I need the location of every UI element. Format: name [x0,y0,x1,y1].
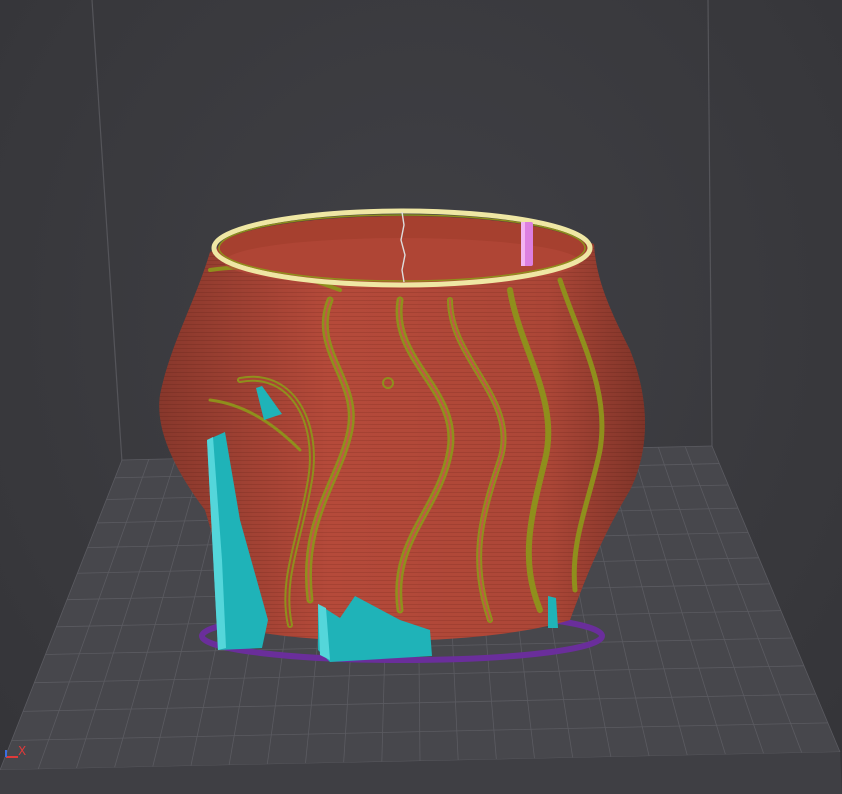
slice-preview-scene[interactable] [0,0,842,794]
axis-x-label: X [18,744,27,758]
3d-viewport[interactable]: X [0,0,842,794]
travel-marker-highlight [521,222,525,266]
